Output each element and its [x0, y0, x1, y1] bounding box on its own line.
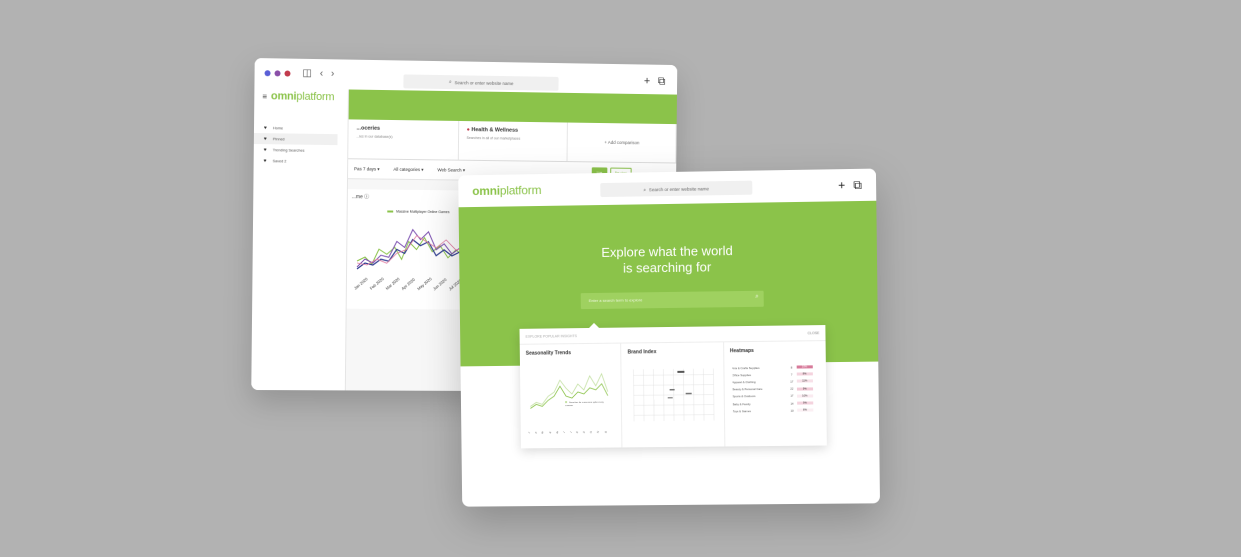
table-row: Toys & Games 10 8% [733, 407, 813, 415]
add-comparison-button[interactable]: + Add comparison [568, 123, 677, 163]
card-title: ...oceries [356, 125, 450, 132]
add-comparison-label: + Add comparison [604, 140, 639, 145]
seasonality-callout: Searches for sunscreen spike every summe… [565, 401, 610, 408]
search-placeholder: Enter a search term to explore [589, 297, 643, 303]
category-dropdown[interactable]: All categories ▾ [393, 166, 423, 172]
insight-card-seasonality[interactable]: Seasonality Trends Searches for sunscree… [520, 344, 623, 449]
comparison-card-health[interactable]: ● Health & Wellness Searches in all of o… [458, 121, 568, 161]
series-dot-icon: ● [467, 127, 470, 133]
dropdown-header: EXPLORE POPULAR INSIGHTS [526, 334, 577, 339]
address-bar[interactable]: ⌕ Search or enter website name [403, 74, 558, 90]
close-button[interactable]: CLOSE [807, 331, 819, 335]
month-ticks: JFMAMJJASOND [529, 431, 607, 435]
card-subtitle: Searches in all of our marketplaces [467, 136, 560, 141]
series-line-pink [357, 235, 464, 266]
sidebar-item-saved[interactable]: ♥ Saved 2 [254, 155, 348, 167]
sidebar-item-label: Pinned [273, 137, 285, 141]
search-icon: ⌕ [449, 79, 452, 85]
new-tab-icon[interactable]: + [838, 178, 845, 193]
brand-index-grid-chart [628, 364, 719, 425]
insight-card-heatmaps[interactable]: Heatmaps Arts & Crafts Supplies 8 10% Offi… [724, 341, 827, 446]
brand-marker [670, 389, 675, 391]
heatmap-table: Arts & Crafts Supplies 8 10% Office Suppli… [732, 363, 813, 414]
brand-marker [668, 397, 673, 399]
insight-title: Heatmaps [730, 347, 820, 354]
insights-dropdown: EXPLORE POPULAR INSIGHTS CLOSE Seasonali… [520, 325, 827, 448]
insight-card-brand-index[interactable]: Brand Index [621, 342, 725, 447]
insight-title: Seasonality Trends [526, 350, 615, 357]
hero-search-input[interactable]: Enter a search term to explore ⌕ [581, 291, 764, 309]
hero-title: Explore what the world is searching for [459, 241, 877, 279]
heart-icon: ♥ [264, 158, 267, 164]
logo[interactable]: omniplatform [472, 183, 541, 198]
window-dot-red[interactable] [284, 71, 290, 77]
sidebar-item-label: Home [273, 126, 283, 130]
insight-title: Brand Index [628, 348, 717, 355]
logo[interactable]: omniplatform [271, 90, 334, 103]
header-band [349, 89, 677, 124]
card-subtitle: ...ies in our database(s) [356, 134, 450, 139]
date-range-dropdown[interactable]: Pas 7 days ▾ [354, 166, 380, 172]
search-icon: ⌕ [643, 187, 646, 192]
search-icon[interactable]: ⌕ [755, 294, 758, 301]
card-title: Health & Wellness [471, 127, 518, 134]
copy-tabs-icon[interactable]: ⧉ [658, 76, 666, 89]
heart-icon: ♥ [264, 125, 267, 131]
new-tab-icon[interactable]: + [644, 75, 650, 88]
sidebar: ≡ omniplatform ♥ Home ♥ Pinned ♥ Trending S… [251, 88, 349, 390]
sidebar-item-label: Saved 2 [273, 159, 287, 163]
address-placeholder: Search or enter website name [455, 80, 514, 86]
forward-arrow-icon[interactable]: › [331, 69, 334, 79]
comparison-card-groceries[interactable]: ...oceries ...ies in our database(s) [348, 119, 459, 159]
address-bar[interactable]: ⌕ Search or enter website name [600, 181, 752, 197]
sidebar-toggle-icon[interactable]: ◫ [302, 69, 312, 79]
window-dot-purple[interactable] [275, 70, 281, 76]
heart-icon: ♥ [264, 147, 267, 153]
foreground-browser-window: omniplatform ⌕ Search or enter website n… [458, 169, 880, 507]
address-placeholder: Search or enter website name [649, 186, 709, 192]
copy-tabs-icon[interactable]: ⧉ [853, 178, 862, 193]
brand-marker [678, 371, 685, 373]
window-dot-blue[interactable] [265, 70, 271, 76]
menu-icon[interactable]: ≡ [262, 92, 267, 101]
search-type-dropdown[interactable]: Web Search ▾ [437, 167, 465, 173]
sidebar-item-label: Trending Searches [273, 148, 305, 152]
back-arrow-icon[interactable]: ‹ [320, 69, 323, 79]
heart-icon: ♥ [264, 136, 267, 142]
chart-legend: Massive Multiplayer Online Games [387, 209, 449, 214]
brand-marker [686, 393, 692, 395]
seasonality-mini-chart [526, 366, 616, 417]
